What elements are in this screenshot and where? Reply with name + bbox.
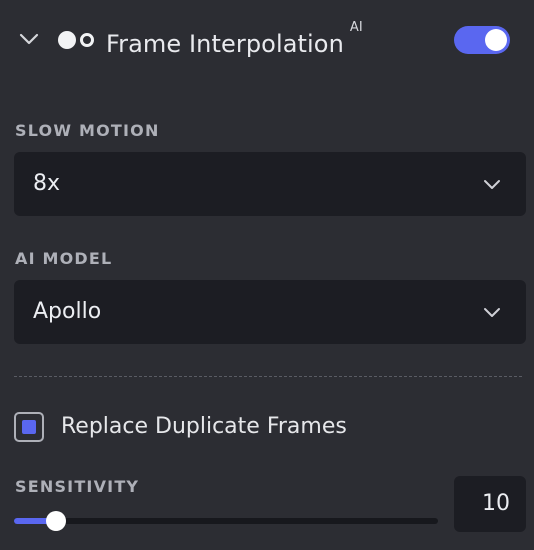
ai-model-label: AI MODEL <box>15 249 113 268</box>
toggle-knob <box>485 29 507 51</box>
chevron-down-icon[interactable] <box>18 28 40 50</box>
chevron-down-icon <box>482 174 502 194</box>
sensitivity-value-input[interactable]: 10 <box>454 476 526 532</box>
ai-model-select[interactable]: Apollo <box>14 280 526 344</box>
slider-thumb[interactable] <box>46 511 67 531</box>
slow-motion-value: 8x <box>33 171 61 196</box>
sensitivity-label: SENSITIVITY <box>15 477 140 496</box>
panel-header[interactable]: Frame Interpolation AI <box>0 0 534 82</box>
replace-duplicates-label[interactable]: Replace Duplicate Frames <box>61 412 347 442</box>
enable-toggle[interactable] <box>454 26 510 54</box>
slow-motion-label: SLOW MOTION <box>15 121 160 140</box>
panel-title-text: Frame Interpolation <box>106 30 344 58</box>
ai-model-value: Apollo <box>33 299 102 324</box>
sensitivity-slider[interactable] <box>14 511 438 531</box>
slow-motion-select[interactable]: 8x <box>14 152 526 216</box>
ai-badge: AI <box>349 20 363 35</box>
frame-interpolation-panel: Frame Interpolation AI SLOW MOTION 8x AI … <box>0 0 534 550</box>
panel-title: Frame Interpolation AI <box>106 20 363 62</box>
replace-duplicates-checkbox[interactable] <box>14 412 44 442</box>
checkbox-checked-mark <box>22 420 36 434</box>
chevron-down-icon <box>482 302 502 322</box>
frame-interpolation-icon <box>57 30 97 50</box>
section-divider <box>14 376 522 377</box>
